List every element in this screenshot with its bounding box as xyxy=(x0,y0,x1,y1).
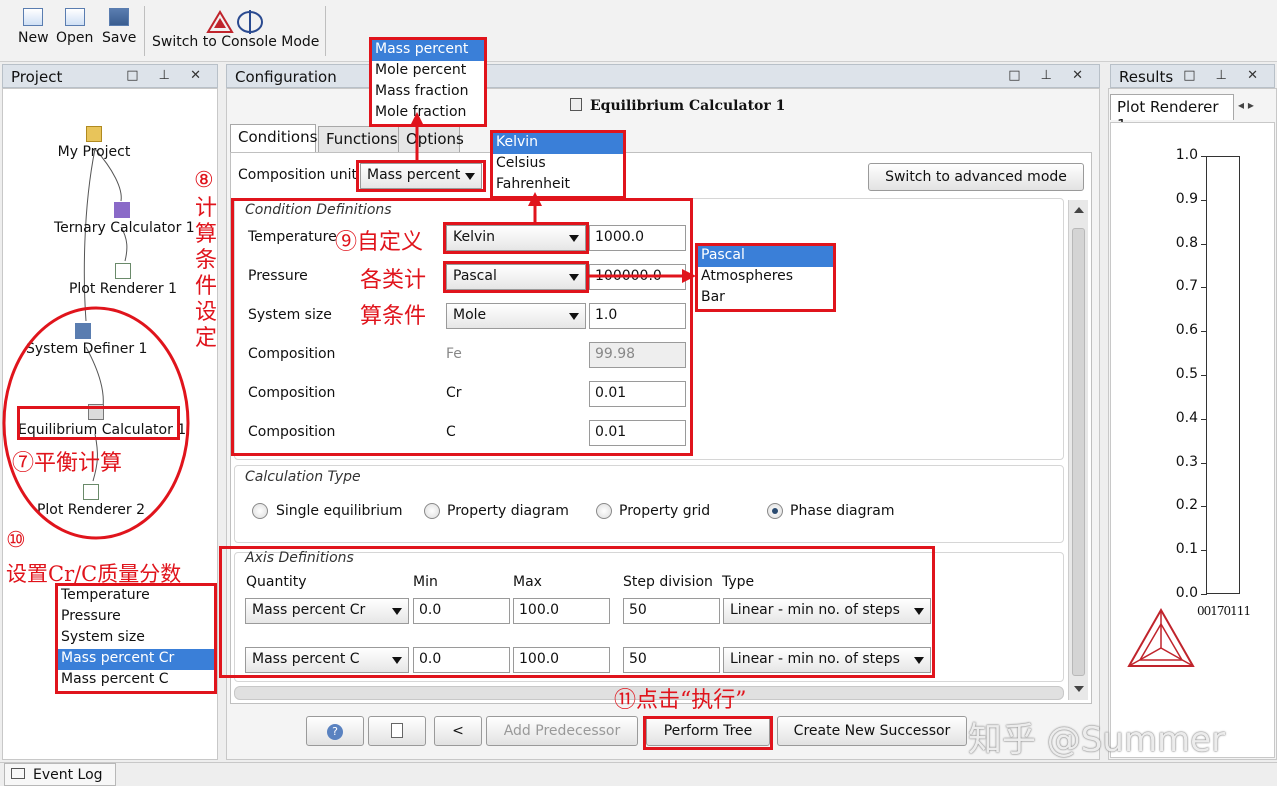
annotation-step-7: ⑦平衡计算 xyxy=(12,451,123,476)
tab-scroll-arrows[interactable]: ◂ ▸ xyxy=(1238,98,1274,118)
floppy-disk-icon xyxy=(109,8,130,26)
radio-label-property-grid: Property grid xyxy=(619,503,711,519)
annotation-step-9-line3: 算条件 xyxy=(360,304,427,329)
conditions-vertical-scrollbar[interactable] xyxy=(1068,200,1088,700)
plot-y-tick-label: 0.9 xyxy=(1175,190,1198,207)
dropdown-option-temperature[interactable]: Temperature xyxy=(58,586,214,607)
dropdown-option-mass-percent-cr[interactable]: Mass percent Cr xyxy=(58,649,214,670)
panel-window-controls[interactable]: □ ⊥ ✕ xyxy=(1183,68,1266,83)
radio-label-single-equilibrium: Single equilibrium xyxy=(276,503,403,519)
dropdown-option-system-size[interactable]: System size xyxy=(58,628,214,649)
folder-icon xyxy=(86,126,102,142)
open-button[interactable]: Open xyxy=(56,8,93,46)
plot-y-tick-mark xyxy=(1201,594,1207,595)
radio-property-diagram[interactable] xyxy=(424,503,440,519)
plot-y-tick-label: 0.2 xyxy=(1175,497,1198,514)
radio-property-grid[interactable] xyxy=(596,503,612,519)
event-log-tab[interactable]: Event Log xyxy=(4,763,116,786)
dropdown-option-bar[interactable]: Bar xyxy=(698,288,833,309)
calculation-type-title: Calculation Type xyxy=(245,469,361,485)
tree-node-my-project[interactable]: My Project xyxy=(52,126,136,160)
scrollbar-thumb[interactable] xyxy=(1072,228,1085,676)
plot-frame xyxy=(1206,156,1240,594)
thermo-calc-console-icon xyxy=(205,10,263,34)
watermark-text: 知乎 @Summer xyxy=(968,720,1226,760)
panel-window-controls[interactable]: □ ⊥ ✕ xyxy=(126,68,209,83)
plot-y-tick-label: 0.7 xyxy=(1175,278,1198,295)
composition-unit-label: Composition unit xyxy=(238,167,358,183)
scroll-down-icon[interactable] xyxy=(1074,686,1084,692)
annotation-arrows xyxy=(410,112,696,283)
toolbar-separator xyxy=(144,6,145,56)
annotation-step-9-line1: ⑨自定义 xyxy=(335,230,424,255)
document-icon xyxy=(391,723,403,738)
plot-y-tick-label: 0.6 xyxy=(1175,322,1198,339)
notes-button[interactable] xyxy=(368,716,426,746)
project-panel-header: Project □ ⊥ ✕ xyxy=(2,64,218,88)
tab-functions[interactable]: Functions xyxy=(318,126,402,152)
plot-y-tick-label: 0.3 xyxy=(1175,453,1198,470)
dropdown-option-mole-percent[interactable]: Mole percent xyxy=(372,61,484,82)
radio-single-equilibrium[interactable] xyxy=(252,503,268,519)
annotation-step-10-text: 设置Cr/C质量分数 xyxy=(6,562,182,586)
scroll-up-icon[interactable] xyxy=(1074,207,1084,213)
plot-x-tick-labels: 00170111 xyxy=(1197,604,1251,618)
create-new-successor-button[interactable]: Create New Successor xyxy=(777,716,967,746)
plot-y-tick-label: 0.4 xyxy=(1175,409,1198,426)
plot-y-tick-label: 1.0 xyxy=(1175,147,1198,163)
dropdown-option-atmospheres[interactable]: Atmospheres xyxy=(698,267,833,288)
dropdown-option-mass-percent[interactable]: Mass percent xyxy=(372,40,484,61)
configuration-panel-header: Configuration □ ⊥ ✕ xyxy=(226,64,1100,88)
save-button[interactable]: Save xyxy=(102,8,136,46)
annotation-step-11: ⑪点击“执行” xyxy=(614,688,747,713)
plot-y-tick-label: 0.8 xyxy=(1175,234,1198,251)
annotation-ellipse xyxy=(2,306,190,540)
event-log-icon xyxy=(11,768,25,779)
tree-node-ternary-calculator[interactable]: Ternary Calculator 1 xyxy=(54,202,195,236)
dropdown-option-mass-percent-c[interactable]: Mass percent C xyxy=(58,670,214,691)
results-panel-header: Results □ ⊥ ✕ xyxy=(1110,64,1275,88)
help-icon: ? xyxy=(327,724,343,740)
annotation-step-10-number: ⑩ xyxy=(6,528,26,553)
new-button[interactable]: New xyxy=(18,8,49,46)
status-bar xyxy=(0,762,1277,786)
annotation-step-8-text: 计 算 条 件 设 定 xyxy=(195,196,218,351)
dropdown-option-pressure[interactable]: Pressure xyxy=(58,607,214,628)
annotation-box-perform-tree xyxy=(643,716,773,750)
back-button[interactable]: < xyxy=(434,716,482,746)
main-toolbar: New Open Save Switch to Console Mode xyxy=(0,0,1277,62)
add-predecessor-button[interactable]: Add Predecessor xyxy=(486,716,638,746)
radio-phase-diagram[interactable] xyxy=(767,503,783,519)
tab-plot-renderer-1[interactable]: Plot Renderer 1 xyxy=(1110,94,1234,134)
switch-advanced-mode-button[interactable]: Switch to advanced mode xyxy=(868,163,1084,191)
new-file-icon xyxy=(23,8,44,26)
tab-conditions[interactable]: Conditions xyxy=(230,124,317,152)
dropdown-option-mass-fraction[interactable]: Mass fraction xyxy=(372,82,484,103)
thermo-calc-logo-icon xyxy=(1127,607,1195,667)
tree-node-plot-renderer-1[interactable]: Plot Renderer 1 xyxy=(68,263,178,297)
annotation-step-8-number: ⑧ xyxy=(194,168,214,193)
toolbar-separator xyxy=(325,6,326,56)
dropdown-option-pascal[interactable]: Pascal xyxy=(698,246,833,267)
axis-quantity-dropdown: Temperature Pressure System size Mass pe… xyxy=(55,583,217,694)
plot-icon xyxy=(115,263,131,279)
ternary-calculator-icon xyxy=(114,202,130,218)
help-button[interactable]: ? xyxy=(306,716,364,746)
plot-y-tick-label: 0.1 xyxy=(1175,541,1198,558)
open-folder-icon xyxy=(64,8,85,26)
plot-y-tick-label: 0.5 xyxy=(1175,366,1198,382)
switch-console-button[interactable]: Switch to Console Mode xyxy=(152,8,319,50)
annotation-step-9-line2: 各类计 xyxy=(360,268,427,293)
pressure-unit-dropdown: Pascal Atmospheres Bar xyxy=(695,243,836,312)
annotation-box-axis-definitions xyxy=(219,546,935,678)
radio-label-property-diagram: Property diagram xyxy=(447,503,569,519)
plot-y-tick-label: 0.0 xyxy=(1175,585,1198,601)
panel-window-controls[interactable]: □ ⊥ ✕ xyxy=(1008,68,1091,83)
radio-label-phase-diagram: Phase diagram xyxy=(790,503,895,519)
